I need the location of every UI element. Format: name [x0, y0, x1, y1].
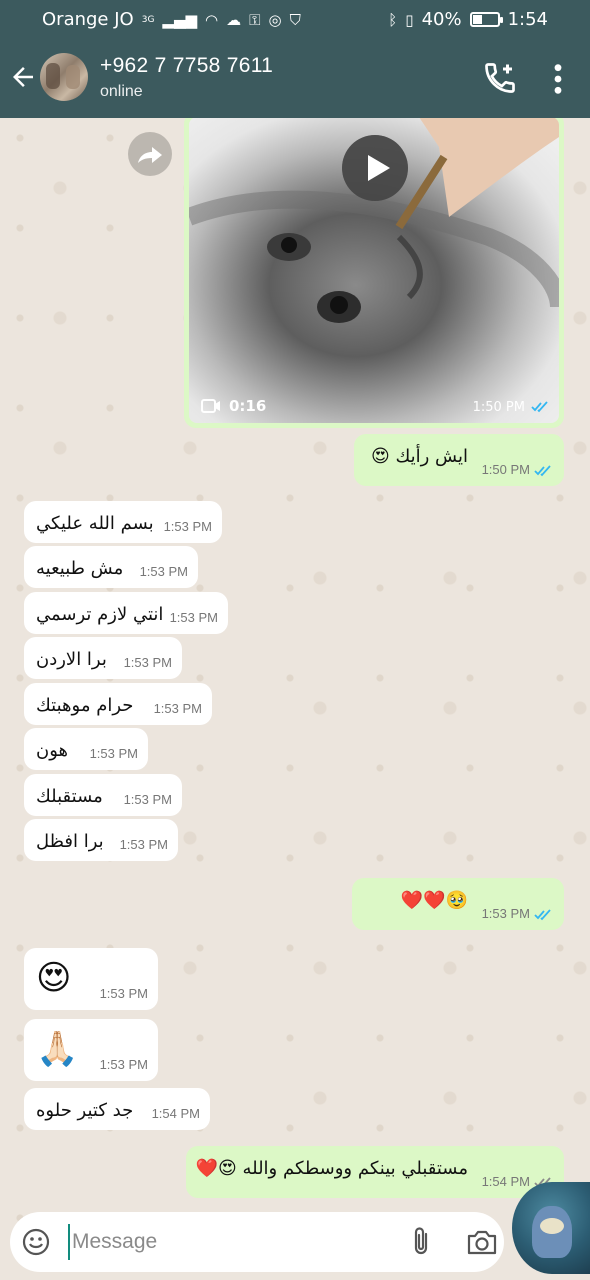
message-text: حرام موهبتك [36, 695, 134, 716]
clock: 1:54 [507, 9, 548, 30]
message-timestamp: 1:50 PM [481, 462, 530, 477]
message-timestamp: 1:53 PM [99, 1057, 148, 1072]
forward-button[interactable] [128, 132, 172, 176]
contact-status: online [100, 83, 143, 100]
message-timestamp: 1:53 PM [119, 837, 168, 852]
message-timestamp: 1:54 PM [151, 1106, 200, 1121]
messenger-icon: ◎ [268, 10, 282, 29]
message-timestamp: 1:53 PM [163, 519, 212, 534]
bluetooth-icon: ᛒ [388, 10, 398, 29]
incoming-message[interactable]: مستقبلك 1:53 PM [24, 774, 182, 816]
double-tick-icon [531, 401, 548, 413]
message-text: جد كتير حلوه [36, 1100, 134, 1121]
outgoing-message[interactable]: مستقبلي بينكم ووسطكم والله 😍❤️ 1:54 PM [186, 1146, 564, 1198]
message-text: ايش رأيك 😍 [370, 446, 468, 467]
message-text: مستقبلك [36, 786, 103, 807]
emoji-icon[interactable] [22, 1228, 50, 1256]
battery-icon [469, 12, 503, 27]
message-timestamp: 1:53 PM [481, 906, 530, 921]
key-icon: ⚿ [249, 10, 261, 29]
message-timestamp: 1:53 PM [123, 655, 172, 670]
avatar[interactable] [40, 53, 88, 101]
cartoon-cat-image [532, 1206, 572, 1258]
double-tick-icon [534, 465, 551, 477]
message-timestamp: 1:53 PM [99, 986, 148, 1001]
video-duration: 0:16 [229, 397, 267, 415]
double-tick-icon [534, 909, 551, 921]
incoming-message[interactable]: انتي لازم ترسمي 1:53 PM [24, 592, 228, 634]
message-timestamp: 1:53 PM [89, 746, 138, 761]
message-text: 🙏🏻 [36, 1029, 79, 1069]
contact-name[interactable]: +962 7 7758 7611 [100, 54, 273, 78]
message-timestamp: 1:53 PM [153, 701, 202, 716]
message-text: مش طبيعيه [36, 558, 124, 579]
floating-sticker-bubble[interactable] [512, 1182, 590, 1274]
add-call-icon[interactable] [482, 60, 518, 96]
network-type: 3G [141, 14, 155, 25]
incoming-message[interactable]: جد كتير حلوه 1:54 PM [24, 1088, 210, 1130]
video-message[interactable]: 0:16 1:50 PM [184, 118, 564, 428]
compose-bar [10, 1212, 504, 1272]
message-timestamp: 1:53 PM [169, 610, 218, 625]
forward-icon [138, 147, 162, 163]
shield-icon: ⛉ [289, 10, 301, 29]
message-text: هون [36, 740, 69, 761]
message-timestamp: 1:53 PM [123, 792, 172, 807]
message-text: 😍 [36, 958, 72, 998]
play-icon[interactable] [342, 135, 408, 201]
message-text: بسم الله عليكي [36, 513, 154, 534]
cloud-icon: ☁ [226, 10, 242, 29]
message-text: برا افظل [36, 831, 104, 852]
attach-icon[interactable] [410, 1226, 432, 1258]
outgoing-message[interactable]: 🥹❤️❤️ 1:53 PM [352, 878, 564, 930]
vibrate-icon: ▯ [405, 10, 414, 29]
video-thumbnail[interactable]: 0:16 1:50 PM [189, 118, 559, 423]
more-vert-icon[interactable] [548, 62, 568, 96]
incoming-message[interactable]: برا افظل 1:53 PM [24, 819, 178, 861]
message-text: برا الاردن [36, 649, 107, 670]
camera-icon[interactable] [466, 1228, 498, 1256]
incoming-message[interactable]: 🙏🏻 1:53 PM [24, 1019, 158, 1081]
message-text: انتي لازم ترسمي [36, 604, 164, 625]
message-text: 🥹❤️❤️ [400, 890, 468, 911]
video-camera-icon [201, 399, 220, 413]
incoming-message[interactable]: برا الاردن 1:53 PM [24, 637, 182, 679]
incoming-message[interactable]: هون 1:53 PM [24, 728, 148, 770]
incoming-message[interactable]: حرام موهبتك 1:53 PM [24, 683, 212, 725]
wifi-icon: ◠ [205, 10, 219, 29]
message-input[interactable] [68, 1224, 388, 1260]
incoming-message[interactable]: بسم الله عليكي 1:53 PM [24, 501, 222, 543]
message-text: مستقبلي بينكم ووسطكم والله 😍❤️ [195, 1158, 468, 1179]
battery-percent: 40% [421, 9, 462, 30]
signal-icon: ▂▄▆ [162, 10, 198, 29]
incoming-message[interactable]: مش طبيعيه 1:53 PM [24, 546, 198, 588]
chat-header: +962 7 7758 7611 online [0, 40, 590, 118]
back-arrow-icon[interactable] [8, 60, 38, 94]
chat-area[interactable]: 0:16 1:50 PM ايش رأيك 😍 1:50 PM بسم الله ع… [0, 118, 590, 1280]
status-bar: Orange JO 3G ▂▄▆ ◠ ☁ ⚿ ◎ ⛉ ᛒ ▯ 40% 1:54 [0, 0, 590, 40]
message-timestamp: 1:53 PM [139, 564, 188, 579]
carrier-label: Orange JO [42, 9, 134, 30]
video-timestamp: 1:50 PM [472, 400, 525, 415]
incoming-message[interactable]: 😍 1:53 PM [24, 948, 158, 1010]
message-timestamp: 1:54 PM [481, 1174, 530, 1189]
outgoing-message[interactable]: ايش رأيك 😍 1:50 PM [354, 434, 564, 486]
